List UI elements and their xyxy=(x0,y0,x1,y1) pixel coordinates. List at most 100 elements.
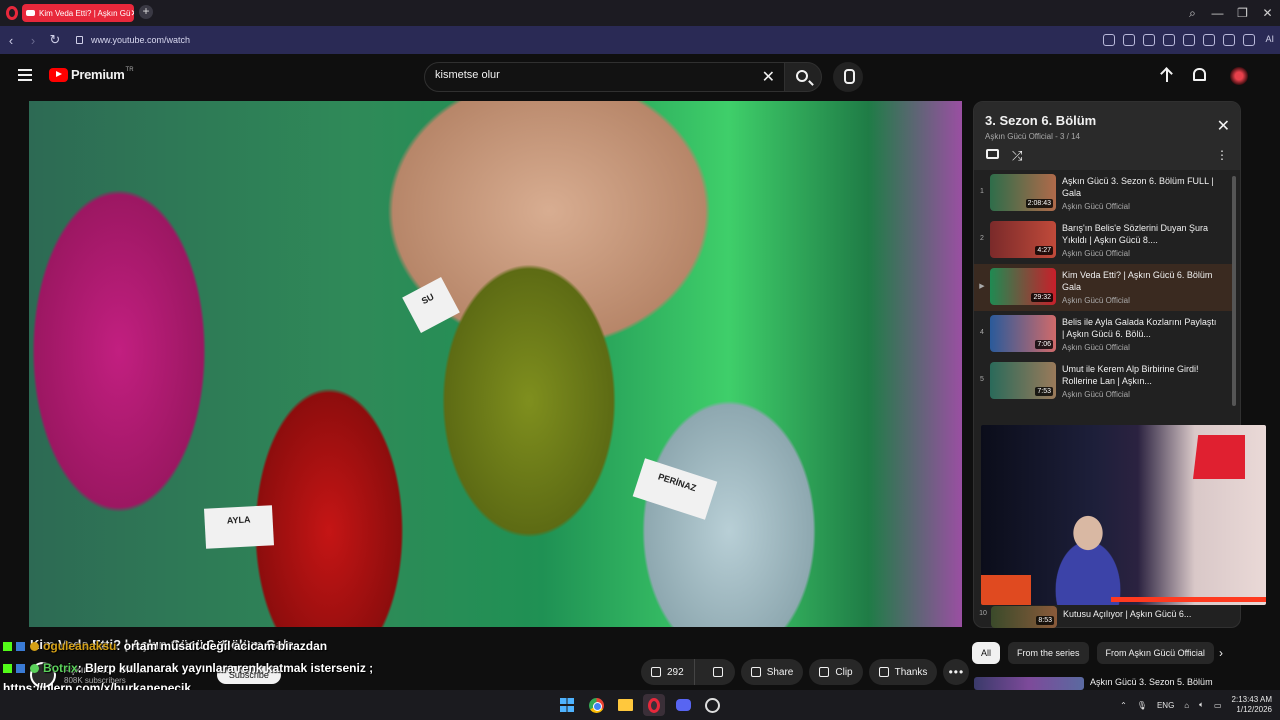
chat-line: Botrix: Blerp kullanarak yayınlara renk … xyxy=(3,661,373,675)
chevron-up-icon[interactable]: ⌃ xyxy=(1120,701,1127,710)
playlist-item[interactable]: ▶ 29:32 Kim Veda Etti? | Aşkın Gücü 6. Böl… xyxy=(974,264,1232,311)
taskbar-discord[interactable] xyxy=(672,694,694,716)
play-icon[interactable] xyxy=(1163,34,1176,46)
upload-icon[interactable] xyxy=(1160,67,1174,85)
loop-icon[interactable] xyxy=(986,149,999,159)
playlist-item[interactable]: 1 2:08:43 Aşkın Gücü 3. Sezon 6. Bölüm FUL… xyxy=(974,170,1232,217)
duration-badge: 4:27 xyxy=(1035,246,1053,255)
youtube-premium-logo[interactable]: Premium TR xyxy=(49,67,134,82)
thanks-button[interactable]: Thanks xyxy=(868,659,938,685)
notifications-bell-icon[interactable] xyxy=(1193,68,1206,81)
clear-search-icon[interactable]: ✕ xyxy=(762,67,775,87)
dislike-button[interactable] xyxy=(701,659,735,685)
playlist-item-title: Umut ile Kerem Alp Birbirine Girdi! Roll… xyxy=(1062,364,1199,386)
ai-button[interactable]: AI xyxy=(1263,34,1276,46)
heart-icon[interactable] xyxy=(1183,34,1196,46)
search-button[interactable] xyxy=(784,62,822,92)
streamer xyxy=(1055,495,1121,605)
duration-badge: 7:53 xyxy=(1035,387,1053,396)
name-tag-su: SU xyxy=(402,277,460,333)
share-button[interactable]: Share xyxy=(740,659,804,685)
close-playlist-icon[interactable]: ✕ xyxy=(1217,116,1230,136)
taskbar-opera[interactable] xyxy=(643,694,665,716)
verified-badge-icon xyxy=(16,642,26,652)
playlist-item[interactable]: 4 7:06 Belis ile Ayla Galada Kozlarını Pay… xyxy=(974,311,1232,358)
search-input[interactable] xyxy=(435,69,735,81)
opera-logo-icon[interactable] xyxy=(6,6,18,20)
forward-button[interactable]: › xyxy=(22,33,44,48)
duration-badge: 29:32 xyxy=(1031,293,1053,302)
more-actions-button[interactable]: ••• xyxy=(943,659,970,685)
start-button[interactable] xyxy=(556,694,578,716)
chip-from-series[interactable]: From the series xyxy=(1008,642,1089,664)
chat-line: oguleanaksu: ortam müsait değil acicam b… xyxy=(3,639,327,653)
playlist-item[interactable]: 2 4:27 Barış'ın Belis'e Sözlerini Duyan Şu… xyxy=(974,217,1232,264)
channel-logo xyxy=(1193,435,1245,479)
camera-icon[interactable] xyxy=(1123,34,1136,46)
playlist-item-title: Aşkın Gücü 3. Sezon 6. Bölüm FULL | Gala xyxy=(1062,176,1214,198)
chevron-right-icon[interactable]: › xyxy=(1219,646,1223,660)
voice-search-button[interactable] xyxy=(833,62,863,92)
playlist-menu-icon[interactable]: ⋮ xyxy=(1216,148,1228,162)
back-button[interactable]: ‹ xyxy=(0,33,22,48)
verified-badge-icon xyxy=(16,664,26,674)
chip-all[interactable]: All xyxy=(972,642,1001,664)
playlist-item-channel: Aşkın Gücü Official xyxy=(1062,343,1130,352)
language-indicator[interactable]: ENG xyxy=(1157,701,1174,710)
name-tag-ayla: AYLA xyxy=(203,505,275,549)
network-icon[interactable]: ⌂ xyxy=(1184,701,1189,710)
filter-chips: All From the series From Aşkın Gücü Offi… xyxy=(972,642,1214,664)
hamburger-menu-icon[interactable] xyxy=(18,69,32,81)
reload-button[interactable]: ↻ xyxy=(44,32,66,48)
battery-icon[interactable]: ▭ xyxy=(1214,701,1222,710)
url-field[interactable]: www.youtube.com/watch xyxy=(91,35,190,45)
playlist-item-index: 5 xyxy=(980,376,984,383)
search-tabs-icon[interactable]: ⌕ xyxy=(1180,6,1205,21)
profile-icon[interactable] xyxy=(1223,34,1236,46)
taskbar-app[interactable] xyxy=(701,694,723,716)
mic-icon[interactable]: 🎙︎ xyxy=(1137,701,1147,710)
windows-taskbar: ⌃ 🎙︎ ENG ⌂ 🔈︎ ▭ 2:13:43 AM 1/12/2026 xyxy=(0,690,1280,720)
recommendation-title: Aşkın Gücü 3. Sezon 5. Bölüm xyxy=(1090,677,1213,687)
overlay-bar xyxy=(1111,597,1266,602)
playlist-title[interactable]: 3. Sezon 6. Bölüm xyxy=(985,113,1096,128)
browser-tab[interactable]: Kim Veda Etti? | Aşkın Gü ✕ xyxy=(22,4,134,22)
account-avatar[interactable] xyxy=(1230,67,1248,85)
clock[interactable]: 2:13:43 AM 1/12/2026 xyxy=(1232,695,1272,715)
address-bar: ‹ › ↻ www.youtube.com/watch AI xyxy=(0,26,1280,54)
list-icon[interactable] xyxy=(1203,34,1216,46)
shuffle-icon[interactable]: ⤮ xyxy=(1012,148,1022,164)
restore-button[interactable]: ❐ xyxy=(1230,6,1255,20)
edit-icon[interactable] xyxy=(1103,34,1116,46)
volume-icon[interactable]: 🔈︎ xyxy=(1199,700,1204,710)
clip-button[interactable]: Clip xyxy=(809,659,863,685)
taskbar-file-explorer[interactable] xyxy=(614,694,636,716)
playlist-item-channel: Aşkın Gücü Official xyxy=(1062,296,1130,305)
like-dislike-group: 292 xyxy=(641,659,735,685)
like-button[interactable]: 292 xyxy=(641,659,695,685)
shield-icon[interactable] xyxy=(1143,34,1156,46)
extension-icon[interactable] xyxy=(1243,34,1256,46)
playlist-item-channel: Aşkın Gücü Official xyxy=(1062,249,1130,258)
scissors-icon xyxy=(819,667,830,677)
playlist-item-index: 2 xyxy=(980,235,984,242)
video-player[interactable]: AYLA PERİNAZ SU xyxy=(29,101,962,627)
new-tab-button[interactable]: + xyxy=(139,5,153,19)
taskbar-chrome[interactable] xyxy=(585,694,607,716)
chat-message: : ortam müsait değil acicam birazdan xyxy=(116,639,328,653)
windows-icon xyxy=(560,698,574,712)
playlist-item[interactable]: 5 7:53 Umut ile Kerem Alp Birbirine Girdi!… xyxy=(974,358,1232,405)
playlist-item[interactable]: 10 8:53 Kutusu Açılıyor | Aşkın Gücü 6..… xyxy=(975,604,1235,628)
chip-from-channel[interactable]: From Aşkın Gücü Official xyxy=(1096,642,1214,664)
tab-close-icon[interactable]: ✕ xyxy=(130,8,134,19)
playlist-item-thumbnail: 4:27 xyxy=(990,221,1056,258)
playlist-item-channel: Aşkın Gücü Official xyxy=(1062,202,1130,211)
playlist-scrollbar[interactable] xyxy=(1232,176,1236,406)
minimize-button[interactable]: — xyxy=(1205,6,1230,20)
close-window-button[interactable]: ✕ xyxy=(1255,6,1280,20)
playlist-item-title: Kim Veda Etti? | Aşkın Gücü 6. Bölüm Gal… xyxy=(1062,270,1213,292)
window-controls: ⌕ — ❐ ✕ xyxy=(1180,0,1280,26)
thumbs-down-icon xyxy=(712,667,723,677)
recommendation-item[interactable]: Aşkın Gücü 3. Sezon 5. Bölüm xyxy=(974,677,1240,690)
playlist-subtitle: Aşkın Gücü Official - 3 / 14 xyxy=(985,132,1081,141)
